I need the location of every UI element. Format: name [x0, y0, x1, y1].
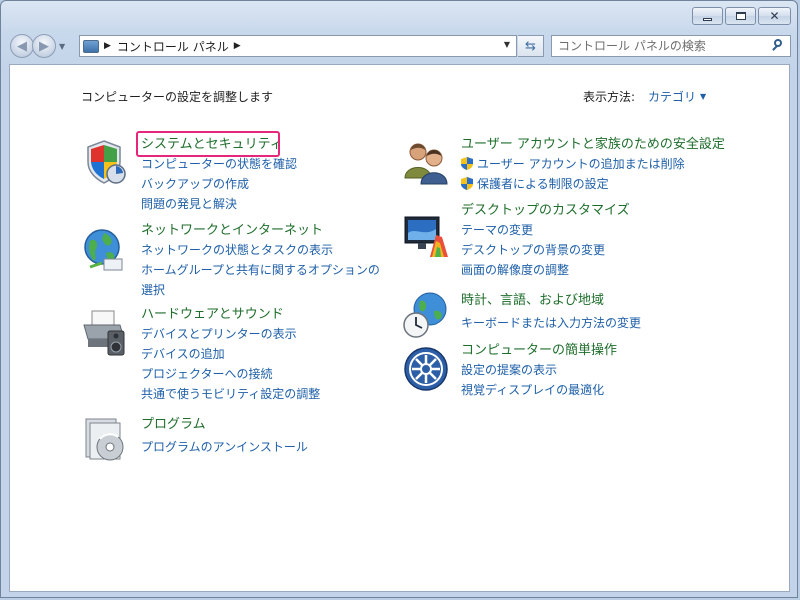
navigation-buttons: ◀ ▶ ▼	[10, 34, 65, 58]
category-heading-programs[interactable]: プログラム	[141, 415, 381, 434]
category-hardware-sound: ハードウェアとサウンド デバイスとプリンターの表示 デバイスの追加 プロジェクタ…	[141, 305, 381, 404]
view-by-dropdown[interactable]: カテゴリ ▼	[648, 88, 706, 105]
link-uninstall-program[interactable]: プログラムのアンインストール	[141, 437, 381, 457]
address-bar[interactable]: ▶ コントロール パネル ▶ ▼	[79, 35, 517, 57]
uac-shield-icon	[461, 157, 473, 170]
link-add-device[interactable]: デバイスの追加	[141, 344, 381, 364]
network-globe-icon	[84, 229, 123, 271]
link-parental-controls[interactable]: 保護者による制限の設定	[461, 174, 761, 194]
link-devices-printers[interactable]: デバイスとプリンターの表示	[141, 324, 381, 344]
back-button[interactable]: ◀	[10, 34, 34, 58]
breadcrumb-control-panel[interactable]: コントロール パネル	[117, 38, 229, 55]
category-programs: プログラム プログラムのアンインストール	[141, 415, 381, 457]
view-by-label: 表示方法:	[583, 90, 636, 104]
ease-of-access-icon	[404, 347, 448, 391]
maximize-icon	[735, 12, 746, 20]
refresh-icon: ⇆	[525, 38, 536, 54]
maximize-button[interactable]	[725, 7, 756, 25]
link-mobility-settings[interactable]: 共通で使うモビリティ設定の調整	[141, 384, 381, 404]
close-icon: ✕	[769, 9, 780, 23]
caption-buttons: ✕	[692, 7, 791, 25]
link-change-keyboard[interactable]: キーボードまたは入力方法の変更	[461, 313, 741, 333]
breadcrumb-arrow-icon[interactable]: ▶	[234, 41, 241, 51]
category-heading-ease-of-access[interactable]: コンピューターの簡単操作	[461, 341, 741, 360]
search-box	[551, 35, 791, 57]
category-heading-hardware-sound[interactable]: ハードウェアとサウンド	[141, 305, 381, 324]
uac-shield-icon	[461, 177, 473, 190]
control-panel-icon	[83, 39, 99, 53]
page-title: コンピューターの設定を調整します	[81, 90, 274, 104]
address-dropdown-icon[interactable]: ▼	[504, 40, 510, 49]
link-change-theme[interactable]: テーマの変更	[461, 220, 741, 240]
minimize-icon	[703, 17, 712, 21]
link-add-remove-accounts[interactable]: ユーザー アカウントの追加または削除	[461, 154, 761, 174]
link-homegroup-options[interactable]: ホームグループと共有に関するオプションの選択	[141, 260, 386, 300]
control-panel-window: ✕ ◀ ▶ ▼ ▶ コントロール パネル ▶ ▼ ⇆ コンピューターの設定を調整…	[0, 0, 798, 598]
search-icon[interactable]	[769, 37, 787, 55]
forward-button[interactable]: ▶	[32, 34, 56, 58]
programs-disc-icon	[85, 418, 124, 461]
category-user-accounts: ユーザー アカウントと家族のための安全設定 ユーザー アカウントの追加または削除…	[461, 135, 761, 194]
highlight-box	[136, 131, 280, 157]
users-icon	[404, 143, 448, 185]
link-connect-projector[interactable]: プロジェクターへの接続	[141, 364, 381, 384]
link-change-background[interactable]: デスクトップの背景の変更	[461, 240, 741, 260]
link-troubleshoot[interactable]: 問題の発見と解決	[141, 194, 381, 214]
back-arrow-icon: ◀	[17, 38, 27, 54]
link-optimize-display[interactable]: 視覚ディスプレイの最適化	[461, 380, 741, 400]
link-label: 保護者による制限の設定	[477, 177, 609, 191]
link-network-status[interactable]: ネットワークの状態とタスクの表示	[141, 240, 386, 260]
close-button[interactable]: ✕	[758, 7, 791, 25]
view-by-value: カテゴリ	[648, 90, 697, 104]
shield-icon	[87, 140, 126, 184]
monitor-paint-icon	[404, 216, 448, 257]
printer-speaker-icon	[83, 310, 125, 356]
category-heading-clock-language-region[interactable]: 時計、言語、および地域	[461, 291, 741, 310]
search-input[interactable]	[552, 37, 769, 55]
category-appearance: デスクトップのカスタマイズ テーマの変更 デスクトップの背景の変更 画面の解像度…	[461, 201, 741, 280]
link-recommended-settings[interactable]: 設定の提案の表示	[461, 360, 741, 380]
recent-pages-dropdown-icon[interactable]: ▼	[59, 42, 65, 51]
category-clock-language-region: 時計、言語、および地域 キーボードまたは入力方法の変更	[461, 291, 741, 333]
category-heading-user-accounts[interactable]: ユーザー アカウントと家族のための安全設定	[461, 135, 761, 154]
refresh-button[interactable]: ⇆	[518, 35, 544, 57]
breadcrumb-arrow-icon[interactable]: ▶	[104, 41, 111, 51]
forward-arrow-icon: ▶	[39, 38, 49, 54]
link-check-computer-status[interactable]: コンピューターの状態を確認	[141, 154, 381, 174]
category-heading-appearance[interactable]: デスクトップのカスタマイズ	[461, 201, 741, 220]
category-heading-network-internet[interactable]: ネットワークとインターネット	[141, 221, 386, 240]
link-backup[interactable]: バックアップの作成	[141, 174, 381, 194]
content-area: コンピューターの設定を調整します 表示方法: カテゴリ ▼ システムとセキュリティ…	[9, 64, 790, 592]
chevron-down-icon: ▼	[700, 92, 707, 101]
clock-globe-icon	[403, 292, 447, 338]
category-network-internet: ネットワークとインターネット ネットワークの状態とタスクの表示 ホームグループと…	[141, 221, 386, 300]
link-adjust-resolution[interactable]: 画面の解像度の調整	[461, 260, 741, 280]
category-ease-of-access: コンピューターの簡単操作 設定の提案の表示 視覚ディスプレイの最適化	[461, 341, 741, 400]
link-label: ユーザー アカウントの追加または削除	[477, 157, 685, 171]
minimize-button[interactable]	[692, 7, 723, 25]
